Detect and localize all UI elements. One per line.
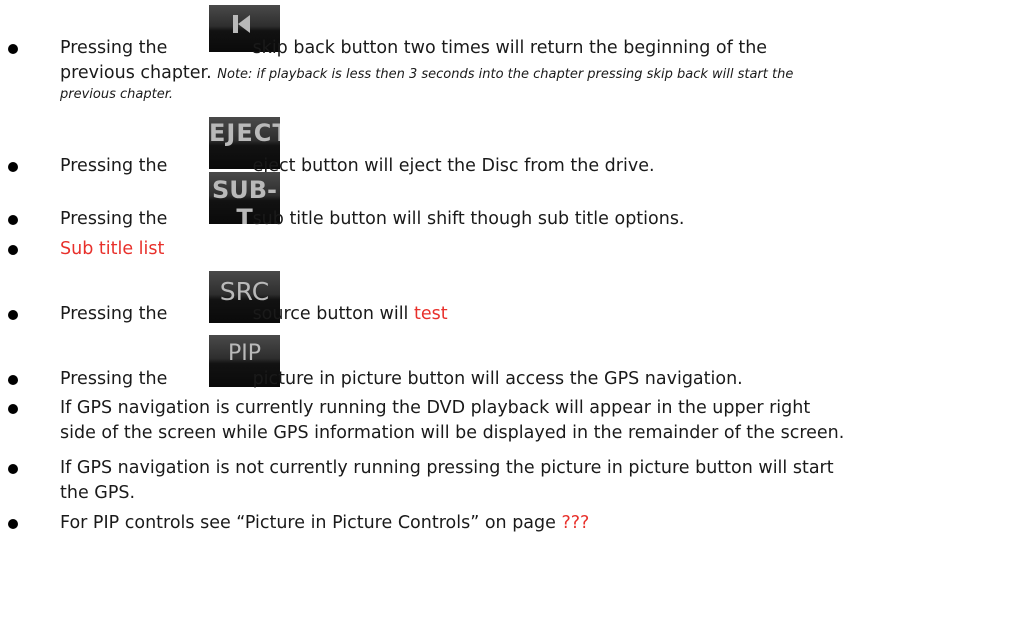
page-reference: ??? [561,513,590,533]
list-item-gps-not-running: If GPS navigation is not currently runni… [60,458,834,478]
item-text: Pressing the [60,209,168,229]
item-text: picture in picture button will access th… [252,369,743,389]
item-text: sub title button will shift though sub t… [252,209,685,229]
bullet [8,375,18,385]
item-text: previous chapter. [60,63,218,83]
list-item-source: Pressing the source button will test [60,303,448,325]
bullet [8,404,18,414]
item-text: eject button will eject the Disc from th… [252,156,655,176]
list-item-pip-controls: For PIP controls see “Picture in Picture… [60,512,589,534]
item-text: skip back button two times will return t… [252,38,768,58]
item-continuation: the GPS. [60,483,136,503]
bullet [8,519,18,529]
bullet [8,162,18,172]
bullet [8,215,18,225]
list-item-gps-running: If GPS navigation is currently running t… [60,398,811,418]
item-text: Pressing the [60,369,168,389]
bullet [8,245,18,255]
bullet [8,464,18,474]
list-item-eject: Pressing the eject button will eject the… [60,155,655,177]
item-continuation: previous chapter. Note: if playback is l… [60,62,793,86]
item-text: source button will [252,304,414,324]
list-item-pip: Pressing the picture in picture button w… [60,368,743,390]
pip-label: PIP [227,341,262,366]
item-text: Pressing the [60,38,168,58]
note-text: Note: if playback is less then 3 seconds… [217,67,794,82]
item-text: Pressing the [60,156,168,176]
item-text: Pressing the [60,304,168,324]
list-item-skip-back: Pressing the skip back button two times … [60,37,767,59]
list-item-subtitle-list: Sub title list [60,239,165,259]
placeholder-text: test [414,304,448,324]
note-continuation: previous chapter. [60,87,173,102]
bullet [8,44,18,54]
list-item-subtitle: Pressing the sub title button will shift… [60,208,685,230]
bullet [8,310,18,320]
source-label: SRC [219,277,270,306]
eject-label: EJECT [209,119,280,147]
item-text: For PIP controls see “Picture in Picture… [60,513,562,533]
item-continuation: side of the screen while GPS information… [60,423,845,443]
